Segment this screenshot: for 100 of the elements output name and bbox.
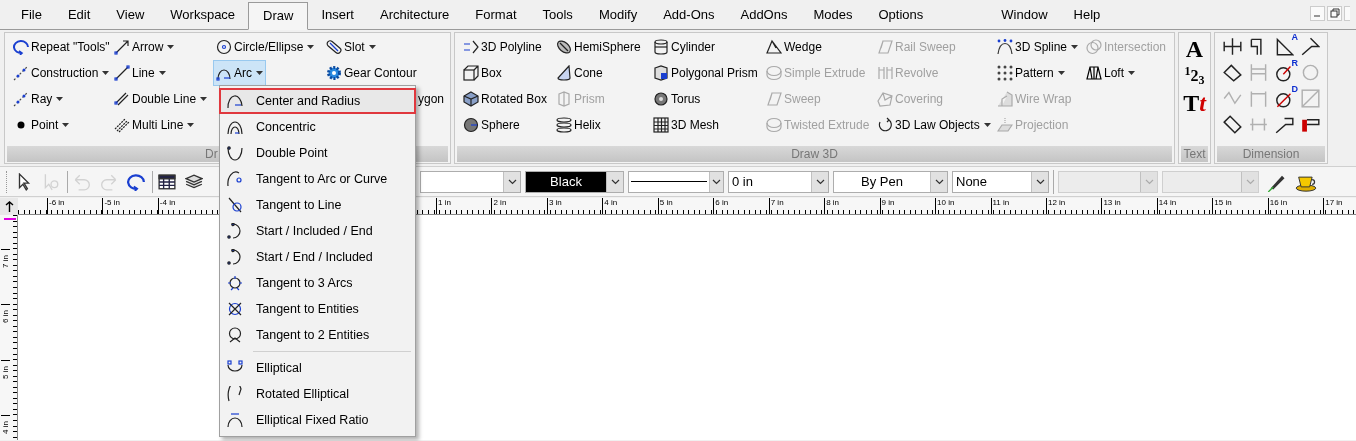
- ribbon-button[interactable]: ygon: [415, 86, 448, 112]
- ruler-label: 6 in: [1, 304, 10, 329]
- menu-tab[interactable]: Workspace: [157, 1, 249, 29]
- color-dropdown[interactable]: Black: [525, 170, 624, 193]
- ribbon-button[interactable]: Sphere: [460, 112, 523, 138]
- text-tool[interactable]: $^{1}$2$_{3}$: [1184, 64, 1205, 88]
- repeat-icon[interactable]: [127, 172, 145, 191]
- revolve-icon: [877, 65, 893, 81]
- ribbon-button[interactable]: Ray: [10, 86, 67, 112]
- ribbon-button[interactable]: Circle/Ellipse: [213, 34, 318, 60]
- menu-item[interactable]: Start / End / Included: [220, 244, 415, 270]
- ribbon-button[interactable]: Wedge: [763, 34, 825, 60]
- ribbon-button[interactable]: Cylinder: [650, 34, 718, 60]
- minimize-icon[interactable]: [1310, 6, 1325, 21]
- menu-tab[interactable]: Modes: [800, 1, 866, 29]
- restore-icon[interactable]: [1327, 6, 1342, 21]
- ribbon-button[interactable]: Helix: [553, 112, 604, 138]
- menu-item[interactable]: Center and Radius: [219, 88, 416, 114]
- move-dimension-icon[interactable]: [1223, 37, 1242, 56]
- ruler-label: 12 in: [1045, 198, 1066, 214]
- multi-line-icon: [114, 117, 130, 133]
- diamond-dimension-icon[interactable]: [1223, 115, 1242, 134]
- line-type-dropdown[interactable]: [628, 170, 724, 193]
- fill-dropdown[interactable]: None: [952, 170, 1049, 193]
- ribbon-button[interactable]: Arc: [213, 60, 266, 86]
- menu-tab[interactable]: Modify: [585, 1, 651, 29]
- ribbon-button[interactable]: 3D Mesh: [650, 112, 723, 138]
- ribbon-button[interactable]: Arrow: [111, 34, 178, 60]
- ribbon-button[interactable]: 3D Law Objects: [874, 112, 994, 138]
- menu-item[interactable]: Rotated Elliptical: [220, 381, 415, 407]
- arc-icon: [227, 145, 243, 161]
- menu-item[interactable]: Tangent to 3 Arcs: [220, 270, 415, 296]
- ruler-label: 9 in: [879, 198, 895, 214]
- menu-tab[interactable]: AddOns: [727, 1, 801, 29]
- box-icon: [463, 65, 479, 81]
- chevron-icon: [507, 178, 517, 185]
- ribbon-button[interactable]: Line: [111, 60, 169, 86]
- menu-tab[interactable]: Insert: [308, 1, 367, 29]
- caret-icon: [200, 97, 208, 101]
- ribbon-button[interactable]: HemiSphere: [553, 34, 644, 60]
- ribbon-button[interactable]: Construction: [10, 60, 113, 86]
- menu-item[interactable]: Elliptical: [220, 355, 415, 381]
- concentric-arcs-icon: [227, 119, 243, 135]
- ribbon-button[interactable]: Slot: [323, 34, 379, 60]
- menu-tab[interactable]: View: [103, 1, 158, 29]
- menu-tab[interactable]: Options: [865, 1, 937, 29]
- sweep-icon: [877, 39, 893, 55]
- ribbon-button[interactable]: Loft: [1083, 60, 1138, 86]
- menu-tab[interactable]: Format: [462, 1, 530, 29]
- menu-tab[interactable]: Edit: [54, 1, 104, 29]
- torus-icon: [653, 91, 669, 107]
- arrow-up-icon[interactable]: [4, 200, 14, 213]
- layers-icon[interactable]: [185, 172, 203, 191]
- ribbon-button[interactable]: Multi Line: [111, 112, 198, 138]
- caret-icon: [56, 97, 64, 101]
- ribbon-button[interactable]: 3D Polyline: [460, 34, 545, 60]
- diagonal-dimension-icon[interactable]: [1223, 63, 1242, 82]
- text-tool[interactable]: A: [1185, 36, 1204, 62]
- ribbon-button[interactable]: Polygonal Prism: [650, 60, 761, 86]
- ribbon-button[interactable]: 3D Spline: [994, 34, 1082, 60]
- ribbon-button[interactable]: Box: [460, 60, 505, 86]
- chevron-icon: [1144, 178, 1154, 185]
- ribbon-button[interactable]: Rotated Box: [460, 86, 551, 112]
- menu-tab[interactable]: Tools: [529, 1, 586, 29]
- menu-item[interactable]: Tangent to Line: [220, 192, 415, 218]
- angle-dimension-icon[interactable]: [1275, 37, 1294, 56]
- caret-icon: [368, 45, 376, 49]
- extrude-icon: [766, 117, 782, 133]
- menu-tab[interactable]: Help: [1060, 1, 1114, 29]
- leader-dimension-icon[interactable]: [1301, 37, 1320, 56]
- group-label: Draw 3D: [791, 148, 838, 160]
- circle-icon: [216, 39, 232, 55]
- ribbon-button[interactable]: Double Line: [111, 86, 211, 112]
- menu-item[interactable]: Start / Included / End: [220, 218, 415, 244]
- menu-item[interactable]: Tangent to Entities: [220, 296, 415, 322]
- menu-item[interactable]: Tangent to 2 Entities: [220, 322, 415, 348]
- menu-tab[interactable]: Add-Ons: [650, 1, 728, 29]
- menu-tab[interactable]: Draw: [248, 2, 309, 30]
- arc-icon: [227, 223, 243, 239]
- menu-item[interactable]: Double Point: [220, 140, 415, 166]
- table-icon[interactable]: [158, 172, 176, 191]
- ribbon-button[interactable]: Point: [10, 112, 73, 138]
- menu-item[interactable]: Elliptical Fixed Ratio: [220, 407, 415, 433]
- ribbon-button[interactable]: Repeat "Tools": [10, 34, 113, 60]
- loft-icon: [1086, 65, 1102, 81]
- ribbon-button[interactable]: Cone: [553, 60, 606, 86]
- menu-tab[interactable]: Window: [988, 1, 1061, 29]
- line-width-dropdown[interactable]: 0 in: [728, 170, 829, 193]
- ribbon-button[interactable]: Torus: [650, 86, 704, 112]
- menu-item[interactable]: Concentric: [220, 114, 415, 140]
- ribbon-button[interactable]: Gear Contour: [323, 60, 420, 86]
- caret-icon: [167, 45, 175, 49]
- ribbon-button[interactable]: Pattern: [994, 60, 1068, 86]
- menu-tab[interactable]: Architecture: [366, 1, 463, 29]
- text-tool[interactable]: Tt: [1183, 90, 1206, 116]
- menu-item[interactable]: Tangent to Arc or Curve: [220, 166, 415, 192]
- cone-icon: [556, 65, 572, 81]
- leader-dimension-icon[interactable]: [1275, 115, 1294, 134]
- menu-tab[interactable]: File: [8, 1, 55, 29]
- pen-dropdown[interactable]: By Pen: [833, 170, 948, 193]
